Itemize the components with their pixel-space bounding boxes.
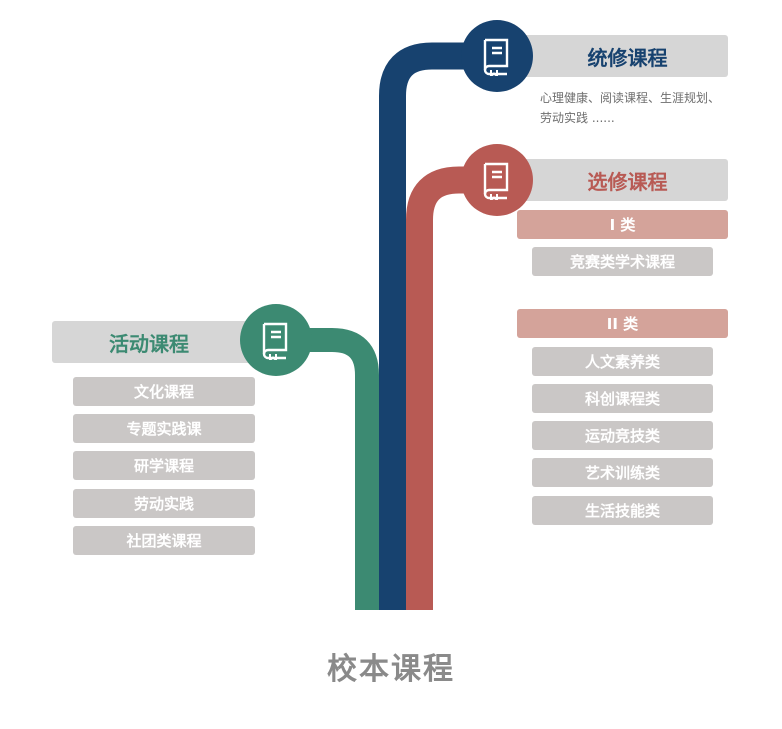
item-label: 生活技能类 xyxy=(584,502,660,520)
required-course-description: 心理健康、阅读课程、生涯规划、 劳动实践 ...... xyxy=(540,88,740,128)
item-label: 文化课程 xyxy=(133,383,194,401)
book-icon xyxy=(483,162,509,200)
elective-category-1: I 类 xyxy=(517,210,728,239)
item-label: 竞赛类学术课程 xyxy=(569,253,675,271)
elective-item: 运动竞技类 xyxy=(532,421,713,450)
item-label: 劳动实践 xyxy=(133,495,194,513)
required-course-label: 统修课程 xyxy=(587,45,668,70)
elective-branch-line xyxy=(406,166,497,610)
item-label: 科创课程类 xyxy=(584,390,660,408)
description-line: 心理健康、阅读课程、生涯规划、 xyxy=(540,91,721,105)
activity-item: 劳动实践 xyxy=(73,489,255,518)
item-label: 运动竞技类 xyxy=(584,427,660,445)
activity-course-node xyxy=(240,304,312,376)
activity-item: 专题实践课 xyxy=(73,414,255,443)
book-icon xyxy=(483,38,509,76)
elective-item: 人文素养类 xyxy=(532,347,713,376)
elective-course-label: 选修课程 xyxy=(587,169,668,194)
activity-branch-line xyxy=(276,328,379,610)
book-icon xyxy=(262,322,288,360)
category-label: II 类 xyxy=(606,315,639,333)
diagram-title: 校本课程 xyxy=(327,652,455,687)
item-label: 艺术训练类 xyxy=(584,464,660,482)
activity-course-header: 活动课程 xyxy=(52,321,256,363)
required-course-node xyxy=(461,20,533,92)
category-label: I 类 xyxy=(609,216,636,234)
elective-course-header: 选修课程 xyxy=(517,159,728,201)
elective-item: 竞赛类学术课程 xyxy=(532,247,713,276)
item-label: 人文素养类 xyxy=(584,353,660,371)
description-line: 劳动实践 ...... xyxy=(540,111,615,125)
elective-course-node xyxy=(461,144,533,216)
elective-item: 科创课程类 xyxy=(532,384,713,413)
activity-item: 社团类课程 xyxy=(73,526,255,555)
elective-category-2: II 类 xyxy=(517,309,728,338)
activity-course-label: 活动课程 xyxy=(109,331,189,356)
required-course-header: 统修课程 xyxy=(517,35,728,77)
elective-item: 生活技能类 xyxy=(532,496,713,525)
item-label: 社团类课程 xyxy=(126,532,202,550)
item-label: 研学课程 xyxy=(133,457,194,475)
item-label: 专题实践课 xyxy=(126,420,202,438)
elective-item: 艺术训练类 xyxy=(532,458,713,487)
activity-item: 研学课程 xyxy=(73,451,255,480)
activity-item: 文化课程 xyxy=(73,377,255,406)
